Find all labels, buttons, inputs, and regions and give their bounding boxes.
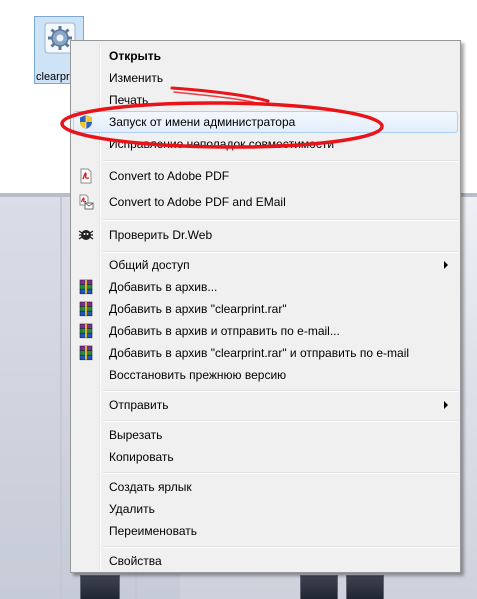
menu-item-label: Добавить в архив и отправить по e-mail..… (109, 324, 340, 338)
menu-item-label: Отправить (109, 398, 169, 412)
menu-item-add-to-clearprint-rar-email[interactable]: Добавить в архив "clearprint.rar" и отпр… (73, 342, 458, 364)
menu-item-open[interactable]: Открыть (73, 45, 458, 67)
context-menu: Открыть Изменить Печать Запуск от имени … (70, 40, 461, 573)
winrar-icon (79, 301, 93, 317)
menu-item-edit[interactable]: Изменить (73, 67, 458, 89)
menu-item-add-to-archive[interactable]: Добавить в архив... (73, 276, 458, 298)
menu-item-check-drweb[interactable]: Проверить Dr.Web (73, 224, 458, 246)
menu-separator (103, 546, 458, 548)
winrar-icon (79, 345, 93, 361)
menu-item-label: Запуск от имени администратора (109, 115, 296, 129)
menu-item-cut[interactable]: Вырезать (73, 424, 458, 446)
menu-item-add-to-archive-email[interactable]: Добавить в архив и отправить по e-mail..… (73, 320, 458, 342)
menu-item-label: Создать ярлык (109, 480, 192, 494)
winrar-icon (79, 323, 93, 339)
menu-item-label: Вырезать (109, 428, 163, 442)
adobe-pdf-icon (80, 168, 92, 184)
winrar-icon (79, 279, 93, 295)
menu-item-add-to-clearprint-rar[interactable]: Добавить в архив "clearprint.rar" (73, 298, 458, 320)
menu-item-restore-previous-version[interactable]: Восстановить прежнюю версию (73, 364, 458, 386)
desktop-icon-label: clearpr (36, 71, 70, 83)
menu-item-convert-to-pdf[interactable]: Convert to Adobe PDF (73, 165, 458, 187)
menu-item-label: Переименовать (109, 524, 197, 538)
menu-item-create-shortcut[interactable]: Создать ярлык (73, 476, 458, 498)
building-window (300, 575, 338, 599)
uac-shield-icon (80, 115, 92, 129)
menu-separator (103, 160, 458, 162)
menu-item-copy[interactable]: Копировать (73, 446, 458, 468)
menu-item-label: Общий доступ (109, 258, 190, 272)
submenu-arrow-icon (444, 401, 448, 409)
menu-item-run-as-admin[interactable]: Запуск от имени администратора (73, 111, 458, 133)
drweb-icon (78, 230, 94, 240)
menu-item-label: Добавить в архив... (109, 280, 218, 294)
menu-item-properties[interactable]: Свойства (73, 550, 458, 572)
menu-separator (103, 390, 458, 392)
menu-item-send-to[interactable]: Отправить (73, 394, 458, 416)
menu-item-label: Удалить (109, 502, 155, 516)
menu-item-label: Печать (109, 93, 149, 107)
menu-separator (103, 219, 458, 221)
building-window (80, 575, 120, 599)
menu-item-delete[interactable]: Удалить (73, 498, 458, 520)
menu-item-convert-to-pdf-email[interactable]: Convert to Adobe PDF and EMail (73, 191, 458, 213)
adobe-pdf-email-icon (79, 194, 94, 210)
building-window (346, 575, 384, 599)
menu-item-label: Восстановить прежнюю версию (109, 368, 287, 382)
menu-item-label: Convert to Adobe PDF and EMail (109, 195, 286, 209)
menu-item-label: Изменить (109, 71, 164, 85)
submenu-arrow-icon (444, 261, 448, 269)
menu-separator (103, 420, 458, 422)
menu-item-label: Добавить в архив "clearprint.rar" (109, 302, 287, 316)
menu-item-label: Открыть (109, 49, 162, 63)
menu-item-label: Проверить Dr.Web (109, 228, 213, 242)
menu-item-label: Копировать (109, 450, 174, 464)
menu-item-label: Свойства (109, 554, 162, 568)
menu-item-label: Добавить в архив "clearprint.rar" и отпр… (109, 346, 410, 360)
menu-item-rename[interactable]: Переименовать (73, 520, 458, 542)
menu-item-sharing[interactable]: Общий доступ (73, 254, 458, 276)
menu-item-troubleshoot-compatibility[interactable]: Исправление неполадок совместимости (73, 133, 458, 155)
menu-separator (103, 472, 458, 474)
menu-item-print[interactable]: Печать (73, 89, 458, 111)
menu-item-label: Convert to Adobe PDF (109, 169, 230, 183)
menu-separator (103, 251, 458, 253)
menu-item-label: Исправление неполадок совместимости (109, 137, 335, 151)
facade-column (60, 197, 62, 599)
